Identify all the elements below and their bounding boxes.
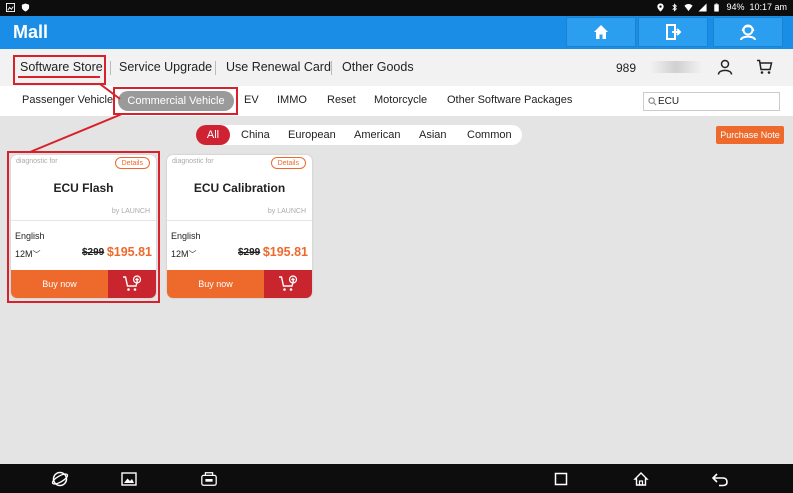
search-input[interactable]: ECU [643, 92, 780, 111]
product-language: English [171, 231, 201, 241]
divider [215, 61, 216, 75]
filter-china[interactable]: China [241, 129, 270, 141]
tab-service-upgrade[interactable]: Service Upgrade [119, 60, 212, 74]
recent-apps-icon [554, 472, 568, 486]
system-nav-bar [0, 464, 793, 493]
divider [167, 220, 312, 221]
tab-other-goods[interactable]: Other Goods [342, 60, 414, 74]
product-name: ECU Calibration [193, 181, 286, 195]
page-title: Mall [13, 22, 49, 42]
product-vendor: by LAUNCH [267, 208, 306, 215]
home-icon [594, 25, 608, 39]
filter-european[interactable]: European [288, 129, 336, 141]
bluetooth-icon [672, 2, 678, 12]
browser-button[interactable] [51, 470, 69, 488]
sale-price: $195.81 [262, 245, 308, 259]
filter-common[interactable]: Common [467, 129, 512, 141]
signal-icon [698, 2, 708, 12]
tab-use-renewal-card[interactable]: Use Renewal Card [226, 60, 331, 74]
duration-select[interactable]: 12M﹀ [171, 249, 197, 260]
exit-button[interactable] [638, 17, 708, 47]
battery-icon [714, 2, 720, 12]
tab-ev[interactable]: EV [244, 94, 259, 106]
search-value: ECU [658, 96, 680, 107]
cart-icon[interactable] [756, 59, 773, 75]
annotation-box-commercial-vehicle [113, 87, 238, 115]
buy-now-button[interactable]: Buy now [167, 270, 264, 298]
shield-notification-icon [21, 3, 30, 12]
add-to-cart-icon [279, 275, 298, 291]
android-home-button[interactable] [632, 470, 650, 488]
annotation-box-software-store [13, 55, 106, 85]
tab-passenger-vehicle[interactable]: Passenger Vehicle [22, 94, 113, 106]
vci-button[interactable] [200, 470, 218, 488]
home-outline-icon [633, 472, 649, 486]
duration-value: 12M [171, 249, 189, 259]
filter-asian[interactable]: Asian [419, 129, 447, 141]
wifi-icon [684, 3, 694, 11]
recent-apps-button[interactable] [552, 470, 570, 488]
category-nav: Software Store Service Upgrade Use Renew… [0, 49, 793, 86]
back-button[interactable] [711, 470, 729, 488]
status-bar: 94% 10:17 am [0, 0, 793, 16]
tab-reset[interactable]: Reset [327, 94, 356, 106]
location-icon [657, 2, 665, 12]
browser-icon [51, 471, 69, 487]
region-filter: All China European American Asian Common [196, 125, 522, 145]
app-header: Mall [0, 16, 793, 49]
chevron-down-icon: ﹀ [188, 250, 197, 259]
annotation-box-ecu-flash [7, 151, 160, 303]
filter-american[interactable]: American [354, 129, 400, 141]
tab-other-software-packages[interactable]: Other Software Packages [447, 94, 572, 106]
original-price: $299 [238, 247, 261, 258]
account-number: 989 [616, 61, 637, 75]
gallery-button[interactable] [120, 470, 138, 488]
search-icon [648, 97, 657, 106]
gallery-icon [121, 472, 137, 486]
vci-icon [201, 472, 217, 486]
product-card-ecu-calibration[interactable]: diagnostic for Details ECU Calibration b… [167, 155, 312, 298]
filter-all[interactable]: All [196, 125, 230, 145]
add-to-cart-button[interactable] [264, 270, 312, 298]
user-icon[interactable] [717, 59, 733, 75]
card-subtitle: diagnostic for [172, 158, 214, 165]
tab-motorcycle[interactable]: Motorcycle [374, 94, 427, 106]
support-button[interactable] [713, 17, 783, 47]
battery-percent: 94% [726, 2, 745, 12]
exit-icon [666, 24, 682, 40]
account-number-redacted [650, 61, 702, 73]
home-button[interactable] [566, 17, 636, 47]
divider [110, 61, 111, 75]
divider [331, 61, 332, 75]
back-icon [711, 473, 728, 487]
purchase-note-button[interactable]: Purchase Note [716, 126, 784, 144]
customer-service-icon [740, 24, 756, 41]
tab-immo[interactable]: IMMO [277, 94, 307, 106]
clock: 10:17 am [749, 2, 787, 12]
gallery-notification-icon [6, 3, 15, 12]
details-button[interactable]: Details [270, 157, 306, 169]
